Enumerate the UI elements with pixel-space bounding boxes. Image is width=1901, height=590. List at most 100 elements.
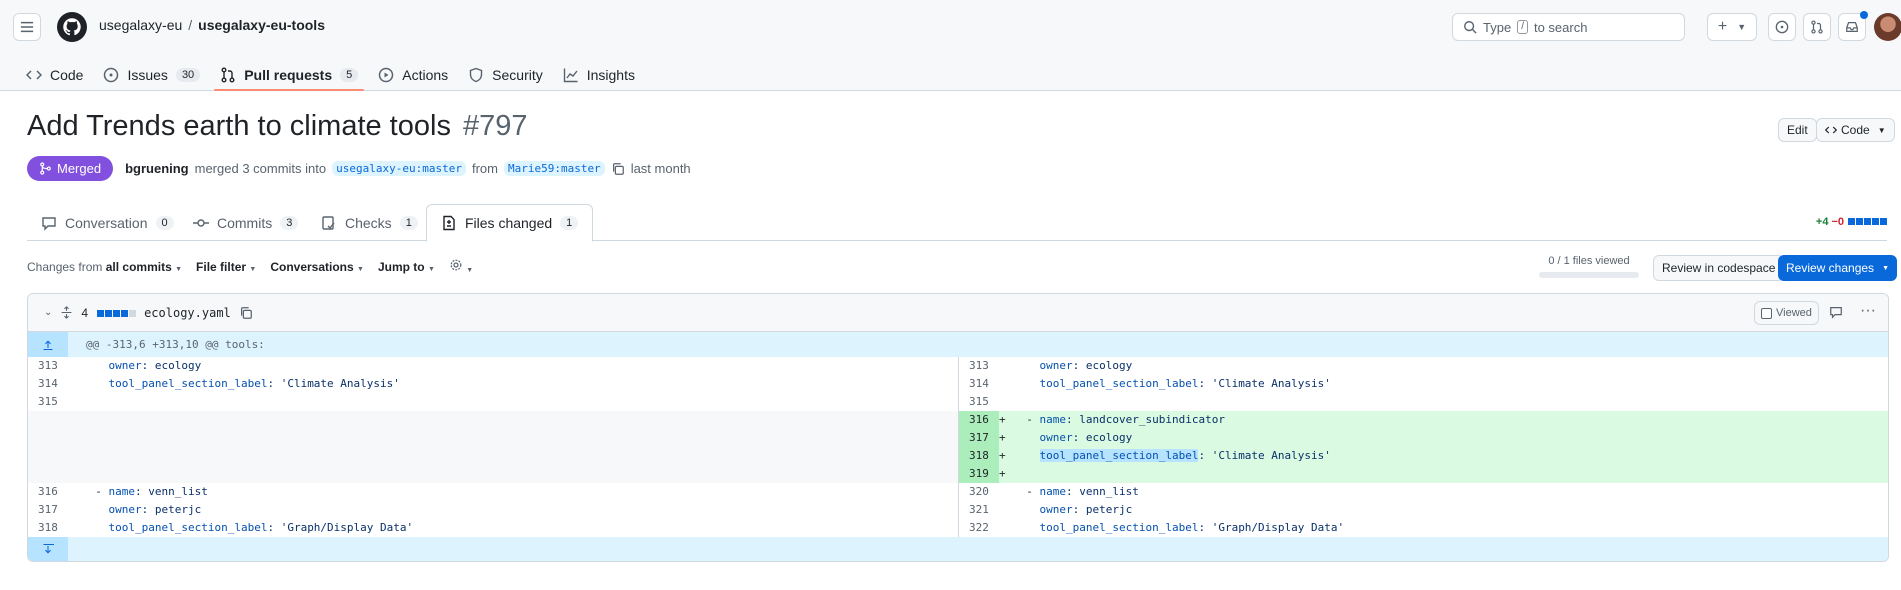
edit-button[interactable]: Edit <box>1778 118 1817 142</box>
code-button-label: Code <box>1841 123 1870 137</box>
yaml-key: tool_panel_section_label <box>1039 377 1199 390</box>
tab-commits[interactable]: Commits 3 <box>179 204 312 241</box>
issues-button[interactable] <box>1768 13 1796 41</box>
changes-from-dropdown[interactable]: Changes from all commits ▼ <box>27 260 182 274</box>
pull-request-icon <box>221 67 235 82</box>
line-number[interactable]: 320 <box>959 483 999 501</box>
yaml-value: : 'Graph/Display Data' <box>1198 521 1345 534</box>
code-line: - name: venn_list <box>68 483 958 501</box>
line-number[interactable] <box>28 465 68 483</box>
github-logo-icon[interactable] <box>57 12 87 42</box>
checklist-icon <box>322 215 335 230</box>
menu-button[interactable] <box>13 13 41 41</box>
line-number[interactable]: 316 <box>959 411 999 429</box>
pr-number: #797 <box>463 110 528 142</box>
diff-settings-dropdown[interactable]: ▼ <box>449 258 473 275</box>
code-line: + - name: landcover_subindicator <box>999 411 1888 429</box>
unfold-icon[interactable] <box>60 306 73 319</box>
repo-link[interactable]: usegalaxy-eu-tools <box>198 17 325 33</box>
caret-down-icon: ▼ <box>249 265 257 273</box>
tab-files-changed[interactable]: Files changed 1 <box>426 204 594 242</box>
tab-label: Files changed <box>465 215 553 231</box>
status-label: Merged <box>57 161 102 176</box>
repo-tab-issues[interactable]: Issues 30 <box>93 54 210 91</box>
repo-tab-security[interactable]: Security <box>458 54 553 91</box>
comment-icon[interactable] <box>1829 305 1843 319</box>
line-number[interactable]: 316 <box>28 483 68 501</box>
file-name[interactable]: ecology.yaml <box>144 306 231 320</box>
jump-to-dropdown[interactable]: Jump to ▼ <box>378 260 435 274</box>
viewed-checkbox[interactable]: Viewed <box>1754 301 1819 325</box>
tab-checks[interactable]: Checks 1 <box>307 204 432 241</box>
review-changes-button[interactable]: Review changes ▼ <box>1778 255 1897 281</box>
search-input[interactable]: Type / to search <box>1452 13 1685 41</box>
caret-down-icon: ▼ <box>466 267 474 274</box>
caret-down-icon: ▼ <box>1877 125 1886 135</box>
checkbox-icon <box>1761 307 1772 319</box>
line-number[interactable]: 317 <box>28 501 68 519</box>
author-link[interactable]: bgruening <box>125 161 189 176</box>
yaml-key: tool_panel_section_label <box>108 377 268 390</box>
expand-up-icon[interactable] <box>28 332 68 357</box>
search-shortcut-key: / <box>1517 20 1528 34</box>
repo-tab-insights[interactable]: Insights <box>553 54 645 91</box>
line-number[interactable]: 317 <box>959 429 999 447</box>
head-branch[interactable]: Marie59:master <box>503 161 605 176</box>
kebab-horizontal-icon[interactable]: ··· <box>1860 302 1876 320</box>
line-number[interactable]: 314 <box>28 375 68 393</box>
review-in-codespace-button[interactable]: Review in codespace <box>1653 255 1785 281</box>
left-side <box>28 447 958 465</box>
pull-requests-button[interactable] <box>1803 13 1831 41</box>
line-number[interactable]: 313 <box>28 357 68 375</box>
chevron-down-icon[interactable]: ⌄ <box>44 307 52 318</box>
line-number[interactable] <box>28 447 68 465</box>
repo-tab-pull-requests[interactable]: Pull requests 5 <box>210 54 368 91</box>
copy-icon[interactable] <box>239 306 253 320</box>
code-icon <box>1825 126 1837 134</box>
line-number[interactable]: 321 <box>959 501 999 519</box>
pr-meta: Merged bgruening merged 3 commits into u… <box>27 156 691 181</box>
line-number[interactable]: 315 <box>28 393 68 411</box>
status-badge: Merged <box>27 156 114 181</box>
list-marker: - <box>1026 413 1040 426</box>
issue-opened-icon <box>1775 20 1789 34</box>
copy-icon[interactable] <box>611 162 625 176</box>
line-number[interactable] <box>28 429 68 447</box>
caret-down-icon: ▼ <box>357 265 364 273</box>
file-diffstat-blocks <box>96 306 137 320</box>
list-marker: - <box>95 485 109 498</box>
file-filter-dropdown[interactable]: File filter ▼ <box>196 260 256 274</box>
line-number[interactable]: 314 <box>959 375 999 393</box>
repo-tab-actions[interactable]: Actions <box>368 54 458 91</box>
code-line <box>68 393 958 411</box>
code-button[interactable]: Code ▼ <box>1816 118 1895 142</box>
owner-link[interactable]: usegalaxy-eu <box>99 17 182 33</box>
user-avatar[interactable] <box>1874 13 1901 41</box>
graph-icon <box>563 68 578 82</box>
caret-down-icon: ▼ <box>427 265 435 273</box>
base-branch[interactable]: usegalaxy-eu:master <box>332 161 466 176</box>
line-number[interactable]: 315 <box>959 393 999 411</box>
create-new-button[interactable]: + ▼ <box>1707 13 1757 41</box>
code-line: owner: peterjc <box>999 501 1888 519</box>
line-number[interactable]: 318 <box>959 447 999 465</box>
inbox-button[interactable] <box>1838 11 1868 41</box>
line-number[interactable]: 318 <box>28 519 68 537</box>
line-number[interactable] <box>28 411 68 429</box>
conversations-dropdown[interactable]: Conversations ▼ <box>270 260 364 274</box>
line-number[interactable]: 319 <box>959 465 999 483</box>
right-side: 314 tool_panel_section_label: 'Climate A… <box>958 375 1888 393</box>
line-number[interactable]: 322 <box>959 519 999 537</box>
yaml-key: owner <box>1039 503 1073 516</box>
repo-tab-code[interactable]: Code <box>16 54 93 91</box>
expand-down-icon[interactable] <box>28 537 68 561</box>
tab-conversation[interactable]: Conversation 0 <box>27 204 188 241</box>
line-number[interactable]: 313 <box>959 357 999 375</box>
code-line <box>68 411 958 429</box>
